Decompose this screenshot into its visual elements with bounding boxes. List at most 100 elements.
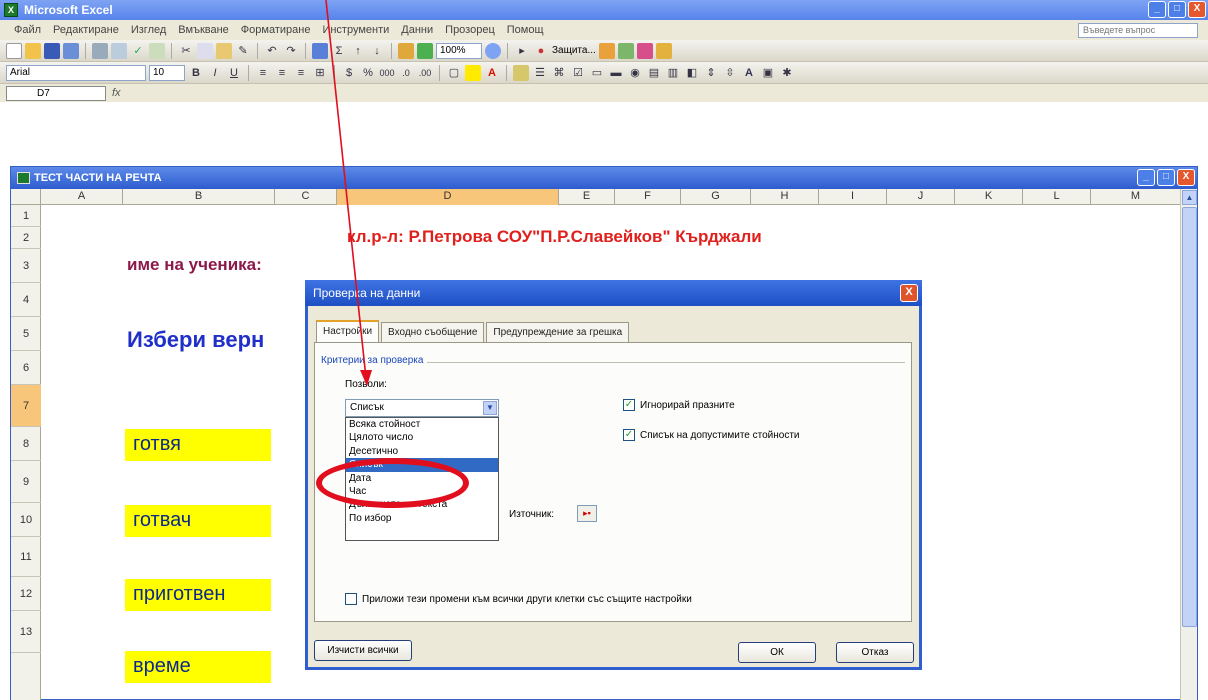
word-cell[interactable]: приготвен — [125, 579, 271, 611]
row-header[interactable]: 13 — [11, 611, 41, 653]
chevron-down-icon[interactable]: ▼ — [483, 401, 497, 415]
run-icon[interactable]: ▸ — [514, 43, 530, 59]
column-header[interactable]: B — [123, 189, 275, 205]
dropdown-item[interactable]: Всяка стойност — [346, 418, 498, 431]
italic-icon[interactable]: I — [207, 65, 223, 81]
column-header[interactable]: F — [615, 189, 681, 205]
workbook-close-button[interactable]: X — [1177, 169, 1195, 186]
autosum-icon[interactable]: Σ — [331, 43, 347, 59]
checkbox-control-icon[interactable]: ☑ — [570, 65, 586, 81]
ignore-blank-row[interactable]: ✓ Игнорирай празните — [623, 399, 735, 411]
word-cell[interactable]: готвач — [125, 505, 271, 537]
column-header[interactable]: C — [275, 189, 337, 205]
align-right-icon[interactable]: ≡ — [293, 65, 309, 81]
close-button[interactable]: X — [1188, 1, 1206, 18]
save-icon[interactable] — [44, 42, 60, 59]
increase-decimal-icon[interactable]: .0 — [398, 65, 414, 81]
apply-all-checkbox[interactable] — [345, 593, 357, 605]
dialog-close-button[interactable]: X — [900, 284, 918, 302]
merge-center-icon[interactable]: ⊞ — [312, 65, 328, 81]
in-cell-dropdown-row[interactable]: ✓ Списък на допустимите стойности — [623, 429, 800, 441]
ignore-blank-checkbox[interactable]: ✓ — [623, 399, 635, 411]
minimize-button[interactable]: _ — [1148, 1, 1166, 18]
controls-icon[interactable] — [617, 42, 634, 59]
menu-help[interactable]: Помощ — [507, 24, 544, 36]
font-size-select[interactable]: 10 — [149, 64, 185, 81]
help-search-input[interactable]: Въведете въпрос — [1078, 23, 1198, 38]
hyperlink-icon[interactable] — [312, 42, 328, 59]
help-icon[interactable] — [485, 42, 501, 59]
name-box[interactable]: D7 — [6, 85, 106, 101]
menu-file[interactable]: Файл — [14, 24, 41, 36]
comma-style-icon[interactable]: 000 — [379, 65, 395, 81]
drawing-icon[interactable] — [417, 42, 433, 59]
scroll-thumb[interactable] — [1182, 207, 1197, 627]
workbook-minimize-button[interactable]: _ — [1137, 169, 1155, 186]
menu-insert[interactable]: Вмъкване — [178, 24, 229, 36]
row-header[interactable]: 2 — [11, 227, 41, 249]
column-header[interactable]: E — [559, 189, 615, 205]
percent-icon[interactable]: % — [360, 65, 376, 81]
tab-error-alert[interactable]: Предупреждение за грешка — [486, 322, 630, 343]
row-header[interactable]: 6 — [11, 351, 41, 385]
dropdown-item[interactable]: Десетично — [346, 445, 498, 458]
label-control-icon[interactable]: A — [741, 65, 757, 81]
column-header[interactable]: M — [1091, 189, 1181, 205]
bold-icon[interactable]: B — [188, 65, 204, 81]
menu-format[interactable]: Форматиране — [241, 24, 311, 36]
row-header-active[interactable]: 7 — [11, 385, 41, 427]
menu-window[interactable]: Прозорец — [445, 24, 495, 36]
row-header[interactable]: 10 — [11, 503, 41, 537]
align-center-icon[interactable]: ≡ — [274, 65, 290, 81]
cut-icon[interactable]: ✂ — [178, 43, 194, 59]
format-painter-icon[interactable]: ✎ — [235, 43, 251, 59]
collapse-dialog-icon[interactable]: ▸▪ — [577, 505, 597, 522]
new-icon[interactable] — [6, 42, 22, 59]
visual-basic-icon[interactable] — [636, 42, 653, 59]
dropdown-item[interactable]: По избор — [346, 512, 498, 525]
print-preview-icon[interactable] — [111, 42, 127, 59]
column-header[interactable]: G — [681, 189, 751, 205]
button-control-icon[interactable]: ▬ — [608, 65, 624, 81]
font-color-icon[interactable]: A — [484, 65, 500, 81]
row-header[interactable]: 4 — [11, 283, 41, 317]
column-header[interactable]: J — [887, 189, 955, 205]
select-all-corner[interactable] — [11, 189, 41, 205]
undo-icon[interactable]: ↶ — [264, 43, 280, 59]
vertical-scrollbar[interactable]: ▲ — [1180, 189, 1197, 700]
scrollbar-control-icon[interactable]: ⇳ — [722, 65, 738, 81]
maximize-button[interactable]: □ — [1168, 1, 1186, 18]
column-header[interactable]: L — [1023, 189, 1091, 205]
dropdown-item[interactable]: Цялото число — [346, 431, 498, 444]
permission-icon[interactable] — [63, 42, 79, 59]
decrease-decimal-icon[interactable]: .00 — [417, 65, 433, 81]
column-header-active[interactable]: D — [337, 189, 559, 205]
row-header[interactable]: 8 — [11, 427, 41, 461]
allow-select[interactable]: Списък ▼ — [345, 399, 499, 417]
column-header[interactable]: I — [819, 189, 887, 205]
menu-data[interactable]: Данни — [401, 24, 433, 36]
research-icon[interactable] — [149, 42, 165, 59]
record-icon[interactable]: ● — [533, 43, 549, 59]
listbox-icon[interactable]: ▤ — [646, 65, 662, 81]
view-code-icon[interactable]: ⌘ — [551, 65, 567, 81]
forms-icon[interactable] — [598, 42, 615, 59]
more-controls-icon[interactable]: ✱ — [779, 65, 795, 81]
zoom-select[interactable]: 100% — [436, 42, 482, 59]
fx-icon[interactable]: fx — [112, 87, 121, 99]
design-mode-icon[interactable] — [513, 64, 529, 81]
cancel-button[interactable]: Отказ — [836, 642, 914, 663]
column-header[interactable]: A — [41, 189, 123, 205]
option-button-icon[interactable]: ◉ — [627, 65, 643, 81]
ok-button[interactable]: ОК — [738, 642, 816, 663]
row-header[interactable]: 9 — [11, 461, 41, 503]
menu-tools[interactable]: Инструменти — [322, 24, 389, 36]
tab-input-message[interactable]: Входно съобщение — [381, 322, 485, 343]
open-icon[interactable] — [25, 42, 41, 59]
row-header[interactable]: 1 — [11, 205, 41, 227]
properties-icon[interactable]: ☰ — [532, 65, 548, 81]
row-header[interactable]: 3 — [11, 249, 41, 283]
row-header[interactable]: 11 — [11, 537, 41, 577]
in-cell-dropdown-checkbox[interactable]: ✓ — [623, 429, 635, 441]
spin-button-icon[interactable]: ⇕ — [703, 65, 719, 81]
